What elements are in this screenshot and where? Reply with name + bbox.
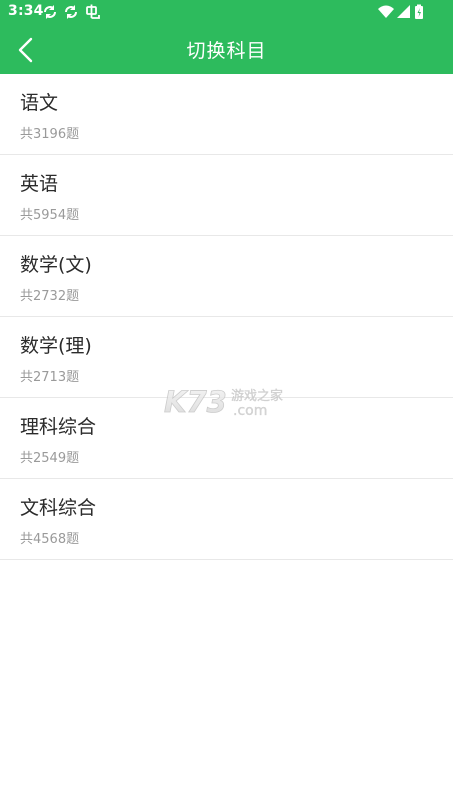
- battery-icon: [415, 4, 423, 19]
- status-time: 3:34: [8, 3, 44, 19]
- subject-name: 数学(理): [20, 335, 92, 357]
- subject-item-arts-comprehensive[interactable]: 文科综合 共4568题: [0, 479, 453, 560]
- subject-count: 共2713题: [20, 370, 80, 385]
- toolbar: 切换科目: [0, 24, 453, 74]
- subject-item-chinese[interactable]: 语文 共3196题: [0, 74, 453, 155]
- subject-name: 语文: [20, 92, 59, 114]
- subject-name: 理科综合: [20, 416, 97, 438]
- subject-name: 文科综合: [20, 497, 97, 519]
- subject-item-english[interactable]: 英语 共5954题: [0, 155, 453, 236]
- subject-count: 共4568题: [20, 532, 80, 547]
- subject-name: 数学(文): [20, 254, 92, 276]
- subject-count: 共5954题: [20, 208, 80, 223]
- subject-name: 英语: [20, 173, 59, 195]
- subject-item-math-arts[interactable]: 数学(文) 共2732题: [0, 236, 453, 317]
- subject-count: 共3196题: [20, 127, 80, 142]
- sync-icon: [65, 5, 77, 19]
- page-title: 切换科目: [186, 40, 267, 62]
- sync-icon: [44, 5, 56, 19]
- signal-icon: [397, 5, 410, 18]
- wifi-icon: [378, 5, 394, 18]
- app-header: 3:34 切换科目: [0, 0, 453, 74]
- status-bar: 3:34: [0, 0, 453, 24]
- subject-list: 语文 共3196题 英语 共5954题 数学(文) 共2732题 数学(理) 共…: [0, 74, 453, 560]
- status-right-icons: [378, 4, 423, 19]
- subject-count: 共2732题: [20, 289, 80, 304]
- watermark-brand: K73: [164, 385, 227, 419]
- notification-icon: [86, 4, 100, 19]
- watermark-line2: .com: [233, 403, 267, 419]
- subject-count: 共2549题: [20, 451, 80, 466]
- watermark-line1: 游戏之家: [231, 388, 283, 404]
- watermark-logo: K73 游戏之家 .com: [164, 385, 284, 420]
